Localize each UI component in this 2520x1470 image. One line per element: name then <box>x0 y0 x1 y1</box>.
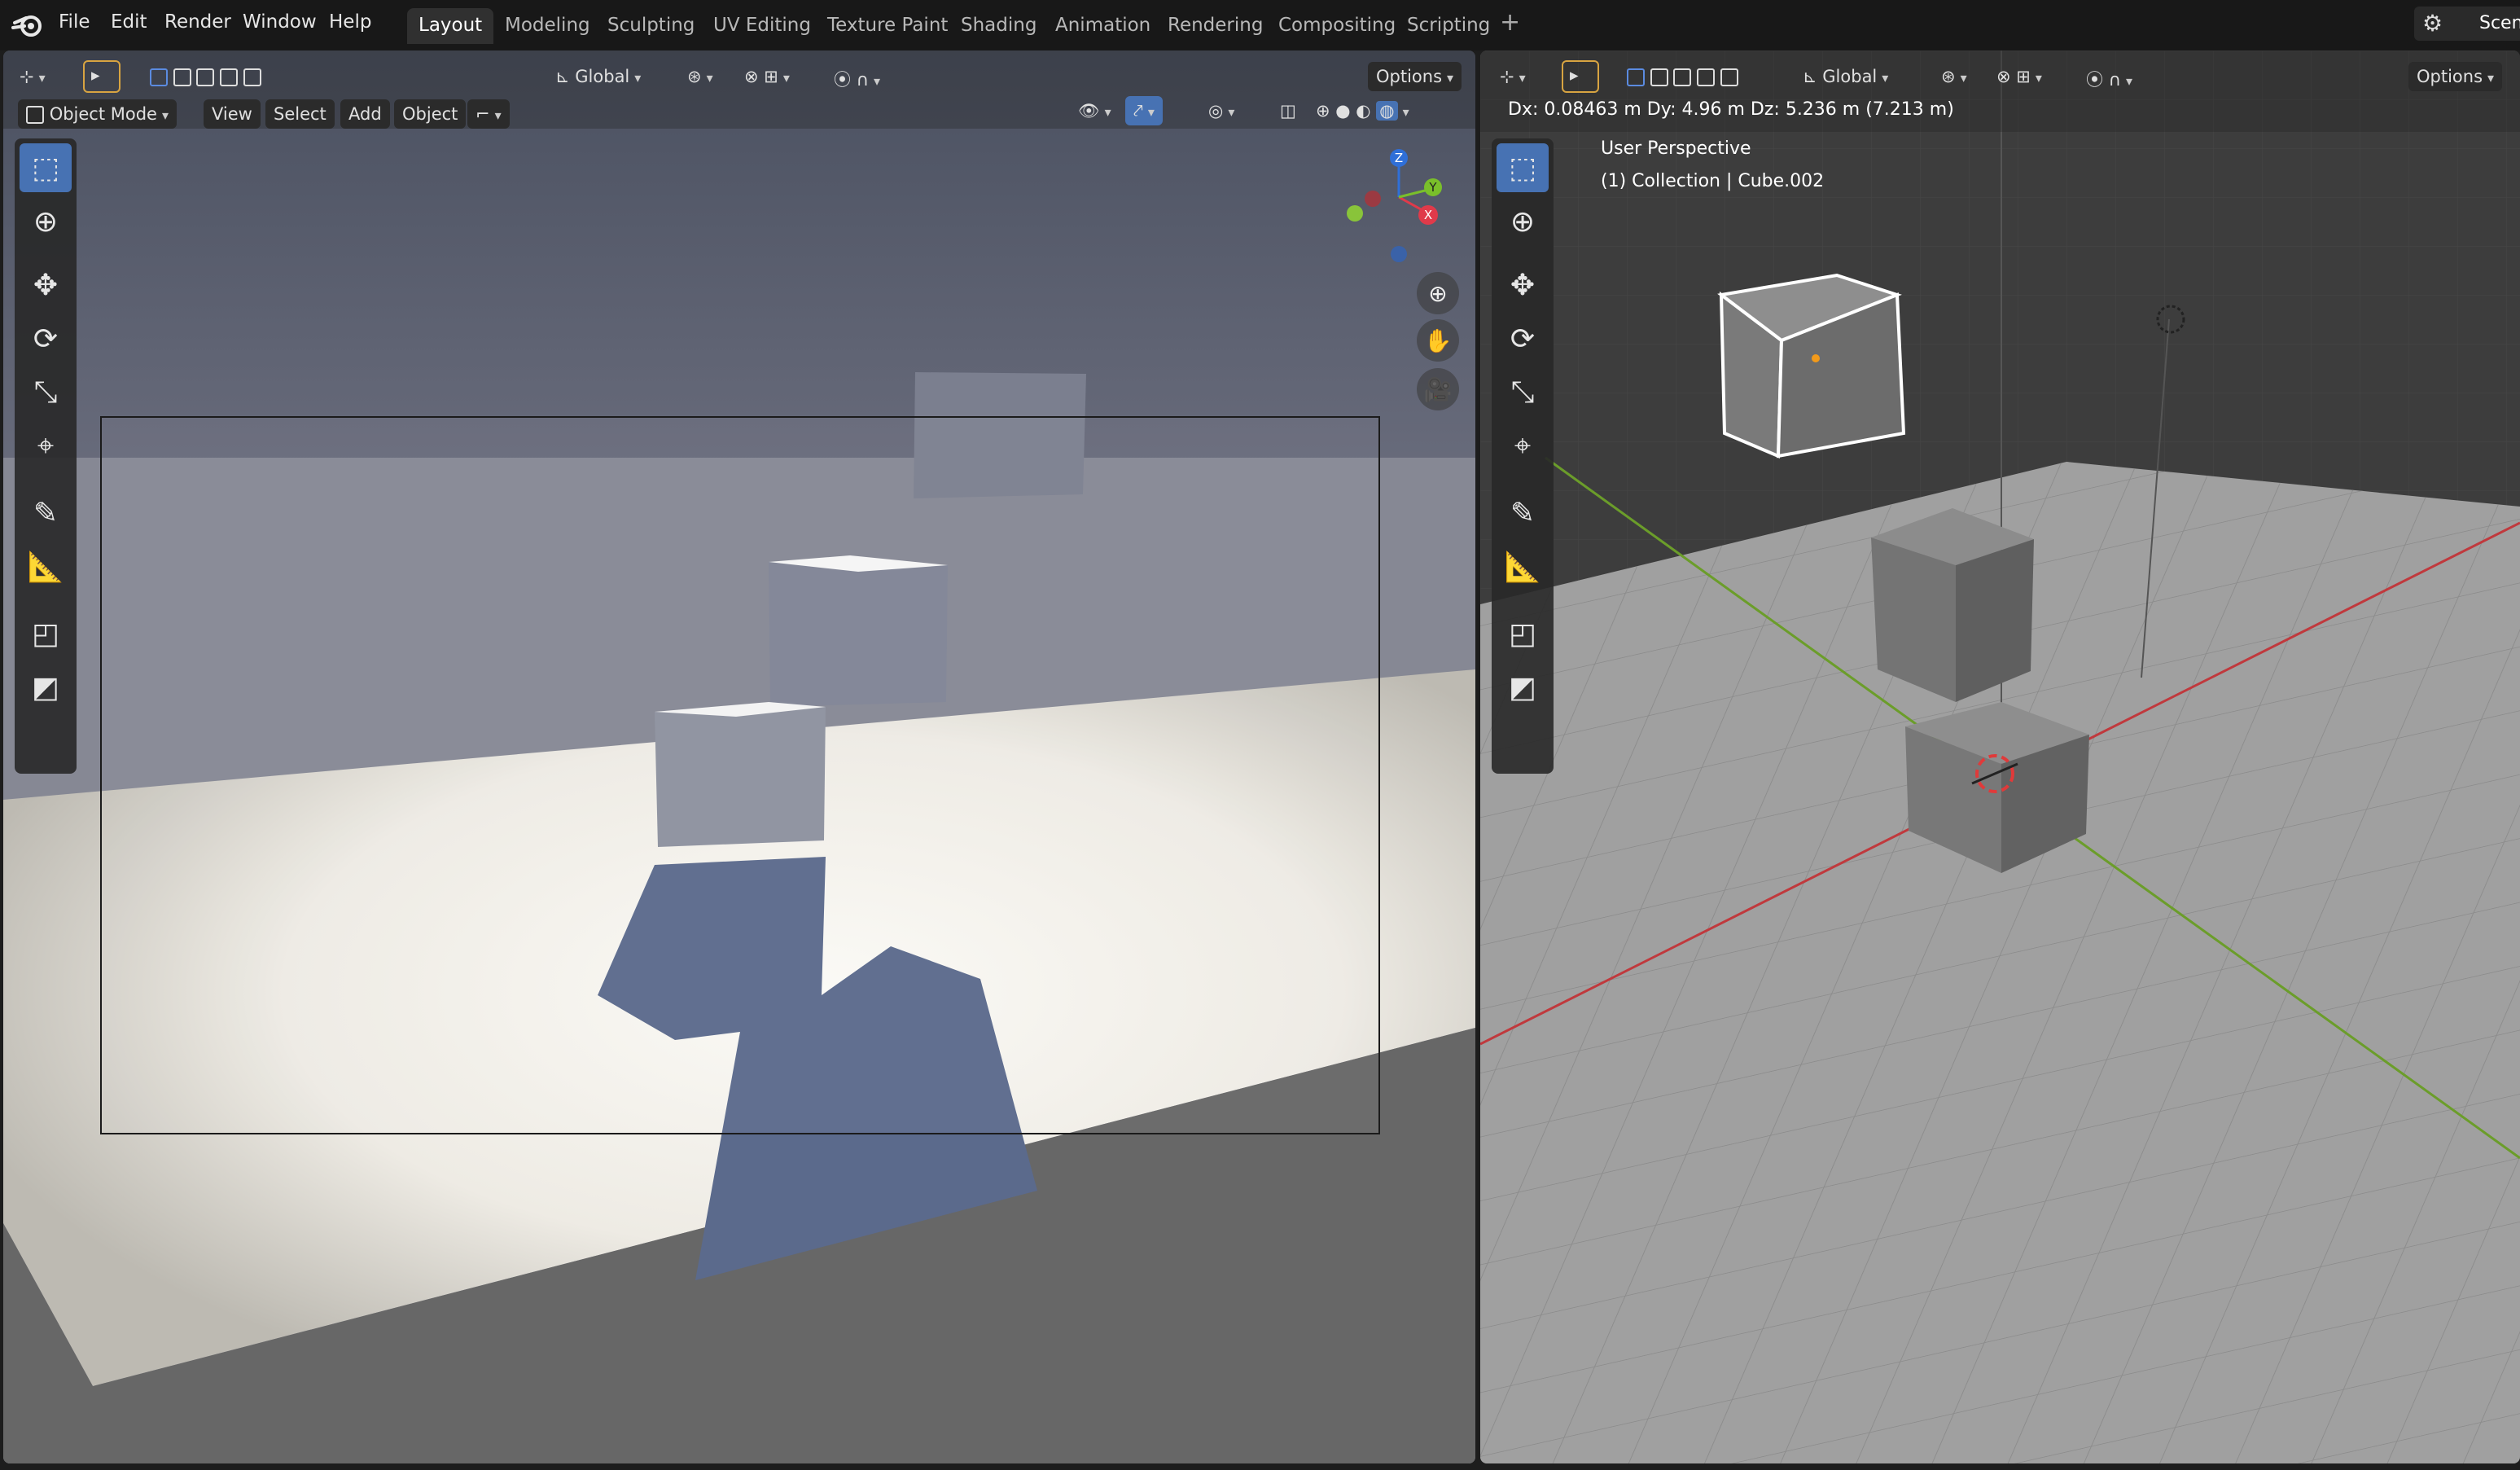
solid-scene <box>1480 50 2520 1463</box>
menu-select[interactable]: Select <box>265 99 335 129</box>
tab-compositing[interactable]: Compositing <box>1267 8 1407 44</box>
move-icon[interactable]: ✥ <box>1497 261 1549 309</box>
gizmo-neg-z <box>1391 246 1407 262</box>
tab-texture-paint[interactable]: Texture Paint <box>816 8 959 44</box>
orientation-icon: ⊾ <box>555 67 576 86</box>
select-box-icon[interactable]: ⬚ <box>20 143 72 192</box>
object-mode-icon <box>26 106 44 124</box>
selection-modes[interactable] <box>1619 62 1746 91</box>
annotate-icon[interactable]: ✎ <box>1497 489 1549 538</box>
transform-status-text: Dx: 0.08463 m Dy: 4.96 m Dz: 5.236 m (7.… <box>1508 99 1954 120</box>
view-name: User Perspective <box>1601 138 1751 159</box>
overlay-toggle[interactable]: ◎ ▾ <box>1200 96 1242 125</box>
editor-type-selector[interactable]: ⊹ ▾ <box>1492 62 1534 91</box>
xray-toggle[interactable]: ◫ <box>1272 96 1304 125</box>
gizmo-neg-x <box>1365 191 1381 207</box>
menu-view[interactable]: View <box>204 99 261 129</box>
transform-icon[interactable]: ⌖ <box>1497 422 1549 471</box>
tab-sculpting[interactable]: Sculpting <box>596 8 706 44</box>
tab-layout[interactable]: Layout <box>407 8 494 44</box>
scale-icon[interactable]: ⤡ <box>20 368 72 417</box>
scale-icon[interactable]: ⤡ <box>1497 368 1549 417</box>
shading-modes[interactable]: ⊕ ● ◐ ◍ ▾ <box>1308 96 1418 125</box>
rendered-scene <box>3 50 1475 1463</box>
tab-scripting[interactable]: Scripting <box>1396 8 1501 44</box>
tab-modeling[interactable]: Modeling <box>493 8 602 44</box>
snap-toggle[interactable]: ⊗ ⊞ ▾ <box>1988 62 2050 91</box>
measure-icon[interactable]: 📐 <box>20 542 72 591</box>
menu-add[interactable]: Add <box>340 99 390 129</box>
select-box-icon[interactable]: ⬚ <box>1497 143 1549 192</box>
gizmo-y-label: Y <box>1428 180 1437 195</box>
transform-orientation-dropdown[interactable]: ⊾ Global ▾ <box>1795 62 1896 91</box>
zoom-icon[interactable]: ⊕ <box>1417 272 1459 314</box>
options-label: Options <box>2417 67 2483 86</box>
gizmo-neg-y <box>1347 205 1363 222</box>
transform-affect-dropdown[interactable]: ⌐ ▾ <box>467 99 510 129</box>
add-primitive-icon[interactable]: ◩ <box>20 663 72 712</box>
tab-uv-editing[interactable]: UV Editing <box>702 8 822 44</box>
orientation-label: Global <box>1822 67 1878 86</box>
add-workspace-button[interactable]: + <box>1500 8 1520 37</box>
options-dropdown[interactable]: Options ▾ <box>1368 62 1462 91</box>
visibility-dropdown[interactable]: 👁 ▾ <box>1070 96 1120 125</box>
add-cube-icon[interactable]: ◰ <box>20 609 72 658</box>
mode-dropdown[interactable]: Object Mode ▾ <box>18 99 177 129</box>
top-menu-bar: File Edit Render Window Help Layout Mode… <box>0 0 2520 50</box>
proportional-edit-toggle[interactable]: ⦿ ∩ ▾ <box>826 62 888 91</box>
annotate-icon[interactable]: ✎ <box>20 489 72 538</box>
cursor-icon[interactable]: ⊕ <box>20 197 72 246</box>
menu-window[interactable]: Window <box>243 11 317 33</box>
gizmo-z-label: Z <box>1395 151 1403 165</box>
selection-modes[interactable] <box>142 62 270 91</box>
move-icon[interactable]: ✥ <box>20 261 72 309</box>
orientation-icon: ⊾ <box>1803 67 1823 86</box>
blender-logo-icon[interactable] <box>11 10 47 39</box>
navigation-gizmo[interactable]: Z X Y <box>1330 140 1453 262</box>
orientation-label: Global <box>575 67 630 86</box>
rotate-icon[interactable]: ⟳ <box>1497 314 1549 363</box>
scene-label: Scene <box>2479 13 2520 33</box>
gizmo-x-label: X <box>1424 208 1432 222</box>
menu-edit[interactable]: Edit <box>111 11 147 33</box>
tab-rendering[interactable]: Rendering <box>1156 8 1274 44</box>
mode-label: Object Mode <box>49 104 157 124</box>
origin-dot <box>1812 354 1820 362</box>
menu-file[interactable]: File <box>59 11 90 33</box>
camera-view-icon[interactable]: 🎥 <box>1417 368 1459 410</box>
editor-type-selector[interactable]: ⊹ ▾ <box>11 62 54 91</box>
pan-hand-icon[interactable]: ✋ <box>1417 319 1459 362</box>
left-toolbar: ⬚ ⊕ ✥ ⟳ ⤡ ⌖ ✎ 📐 ◰ ◩ <box>15 138 77 774</box>
rotate-icon[interactable]: ⟳ <box>20 314 72 363</box>
menu-object[interactable]: Object <box>394 99 467 129</box>
menu-render[interactable]: Render <box>164 11 231 33</box>
pivot-dropdown[interactable]: ⊛ ▾ <box>679 62 721 91</box>
transform-icon[interactable]: ⌖ <box>20 422 72 471</box>
right-3d-viewport[interactable]: ⊹ ▾ ▸ ⊾ Global ▾ ⊛ ▾ ⊗ ⊞ ▾ ⦿ ∩ ▾ Options ▾ Dx:… <box>1480 50 2520 1463</box>
select-mode-button[interactable]: ▸ <box>1562 60 1599 93</box>
options-dropdown[interactable]: Options ▾ <box>2408 62 2503 91</box>
left-viewport-header: ⊹ ▾ ▸ ⊾ Global ▾ ⊛ ▾ ⊗ ⊞ ▾ ⦿ ∩ ▾ Options ▾ Obj… <box>3 50 1475 129</box>
collection-label: (1) Collection | Cube.002 <box>1601 171 1825 191</box>
proportional-edit-toggle[interactable]: ⦿ ∩ ▾ <box>2078 62 2141 91</box>
select-mode-button[interactable]: ▸ <box>83 60 121 93</box>
tab-shading[interactable]: Shading <box>949 8 1048 44</box>
gizmo-toggle[interactable]: ⤤ ▾ <box>1125 96 1163 125</box>
menu-help[interactable]: Help <box>329 11 371 33</box>
pivot-dropdown[interactable]: ⊛ ▾ <box>1933 62 1975 91</box>
add-primitive-icon[interactable]: ◩ <box>1497 663 1549 712</box>
right-toolbar: ⬚ ⊕ ✥ ⟳ ⤡ ⌖ ✎ 📐 ◰ ◩ <box>1492 138 1554 774</box>
camera-frame <box>100 416 1380 1134</box>
scene-selector[interactable]: ⚙ Scene <box>2414 7 2520 41</box>
add-cube-icon[interactable]: ◰ <box>1497 609 1549 658</box>
tab-animation[interactable]: Animation <box>1044 8 1162 44</box>
measure-icon[interactable]: 📐 <box>1497 542 1549 591</box>
cursor-icon[interactable]: ⊕ <box>1497 197 1549 246</box>
left-3d-viewport[interactable]: ⊹ ▾ ▸ ⊾ Global ▾ ⊛ ▾ ⊗ ⊞ ▾ ⦿ ∩ ▾ Options ▾ Obj… <box>3 50 1475 1463</box>
transform-orientation-dropdown[interactable]: ⊾ Global ▾ <box>547 62 649 91</box>
right-viewport-header: ⊹ ▾ ▸ ⊾ Global ▾ ⊛ ▾ ⊗ ⊞ ▾ ⦿ ∩ ▾ Options ▾ Dx:… <box>1480 50 2520 132</box>
options-label: Options <box>1376 67 1443 86</box>
scene-icon: ⚙ <box>2422 10 2443 37</box>
snap-toggle[interactable]: ⊗ ⊞ ▾ <box>736 62 798 91</box>
